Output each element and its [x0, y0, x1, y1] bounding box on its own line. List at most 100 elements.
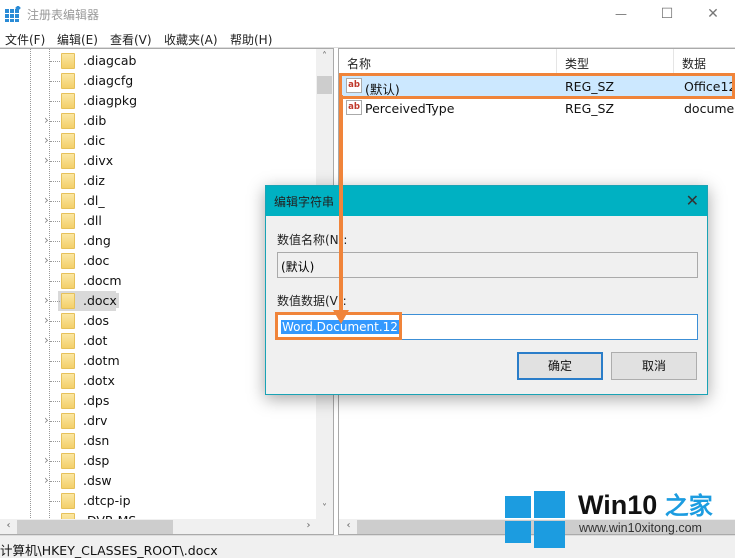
column-header-data[interactable]: 数据: [674, 49, 735, 73]
tree-guide-line: [50, 221, 60, 222]
value-data-label: 数值数据(V):: [277, 294, 347, 308]
minimize-button[interactable]: —: [598, 0, 644, 28]
string-value-icon: ab: [346, 100, 362, 115]
tree-item[interactable]: › .drv: [0, 411, 316, 431]
tree-item-label: .docm: [83, 273, 122, 288]
tree-item-label: .dot: [83, 333, 108, 348]
tree-guide-line: [50, 341, 60, 342]
tree-item[interactable]: .diagcfg: [0, 71, 316, 91]
tree-item-label: .diagcfg: [83, 73, 134, 88]
folder-icon: [61, 493, 75, 509]
folder-icon: [61, 353, 75, 369]
tree-item[interactable]: › .divx: [0, 151, 316, 171]
folder-icon: [61, 373, 75, 389]
tree-guide-line: [50, 361, 60, 362]
expand-chevron-icon[interactable]: ›: [44, 473, 49, 487]
expand-chevron-icon[interactable]: ›: [44, 453, 49, 467]
annotation-arrow-head: [333, 310, 349, 324]
list-row[interactable]: ab PerceivedType REG_SZ documen: [339, 97, 735, 119]
expand-chevron-icon[interactable]: ›: [44, 293, 49, 307]
ok-button[interactable]: 确定: [517, 352, 603, 380]
expand-chevron-icon[interactable]: ›: [44, 153, 49, 167]
tree-item-label: .diagcab: [83, 53, 137, 68]
dialog-close-icon[interactable]: ✕: [686, 191, 699, 210]
dialog-title: 编辑字符串: [274, 195, 335, 209]
tree-horizontal-scrollbar[interactable]: ‹ ›: [0, 519, 333, 534]
column-header-name[interactable]: 名称: [339, 49, 557, 73]
menu-edit[interactable]: 编辑(E): [57, 31, 98, 48]
maximize-button[interactable]: ☐: [644, 0, 690, 28]
folder-icon: [61, 293, 75, 309]
folder-icon: [61, 453, 75, 469]
scroll-left-icon[interactable]: ‹: [0, 520, 17, 531]
tree-guide-line: [50, 61, 60, 62]
tree-item[interactable]: .diagcab: [0, 51, 316, 71]
tree-guide-line: [50, 461, 60, 462]
folder-icon: [61, 113, 75, 129]
expand-chevron-icon[interactable]: ›: [44, 113, 49, 127]
tree-guide-line: [50, 161, 60, 162]
menu-file[interactable]: 文件(F): [5, 31, 45, 48]
annotation-arrow-line: [339, 95, 343, 320]
scroll-thumb[interactable]: [17, 520, 173, 534]
tree-item-label: .dsp: [83, 453, 110, 468]
scroll-left-icon[interactable]: ‹: [340, 520, 357, 531]
folder-icon: [61, 253, 75, 269]
folder-icon: [61, 433, 75, 449]
value-type: REG_SZ: [565, 101, 615, 116]
scroll-right-icon[interactable]: ›: [300, 520, 317, 531]
windows-logo-icon: [505, 488, 565, 548]
close-button[interactable]: ✕: [690, 0, 735, 28]
tree-item[interactable]: .diagpkg: [0, 91, 316, 111]
tree-item-label: .dic: [83, 133, 106, 148]
registry-path: 计算机\HKEY_CLASSES_ROOT\.docx: [0, 543, 218, 558]
tree-guide-line: [50, 261, 60, 262]
tree-item-label: .drv: [83, 413, 108, 428]
tree-guide-line: [50, 441, 60, 442]
tree-guide-line: [50, 101, 60, 102]
value-data: documen: [684, 101, 735, 116]
expand-chevron-icon[interactable]: ›: [44, 213, 49, 227]
folder-icon: [61, 173, 75, 189]
menu-view[interactable]: 查看(V): [110, 31, 152, 48]
tree-item-label: .diz: [83, 173, 105, 188]
expand-chevron-icon[interactable]: ›: [44, 333, 49, 347]
tree-item-label: .dtcp-ip: [83, 493, 131, 508]
tree-item[interactable]: .dtcp-ip: [0, 491, 316, 511]
tree-item-label: .dng: [83, 233, 111, 248]
watermark-title: Win10 之家: [578, 486, 713, 521]
folder-icon: [61, 53, 75, 69]
expand-chevron-icon[interactable]: ›: [44, 253, 49, 267]
tree-item[interactable]: › .dsp: [0, 451, 316, 471]
folder-icon: [61, 393, 75, 409]
expand-chevron-icon[interactable]: ›: [44, 313, 49, 327]
tree-guide-line: [50, 321, 60, 322]
minimize-icon: —: [615, 7, 627, 21]
scroll-down-icon[interactable]: ˅: [316, 503, 333, 514]
scroll-thumb[interactable]: [317, 76, 332, 94]
menu-help[interactable]: 帮助(H): [230, 31, 272, 48]
scroll-up-icon[interactable]: ˄: [316, 51, 333, 62]
tree-guide-line: [50, 81, 60, 82]
cancel-button[interactable]: 取消: [611, 352, 697, 380]
tree-guide-line: [50, 421, 60, 422]
menu-favorites[interactable]: 收藏夹(A): [164, 31, 218, 48]
expand-chevron-icon[interactable]: ›: [44, 233, 49, 247]
tree-guide-line: [50, 301, 60, 302]
watermark: Win10 之家 www.win10xitong.com: [505, 486, 730, 548]
tree-item-label: .dll: [83, 213, 102, 228]
folder-icon: [61, 273, 75, 289]
tree-item-label: .dib: [83, 113, 107, 128]
expand-chevron-icon[interactable]: ›: [44, 133, 49, 147]
edit-string-dialog: 编辑字符串 ✕ 数值名称(N): (默认) 数值数据(V): Word.Docu…: [265, 185, 708, 395]
folder-icon: [61, 93, 75, 109]
tree-item[interactable]: › .dic: [0, 131, 316, 151]
column-header-type[interactable]: 类型: [557, 49, 674, 73]
tree-item[interactable]: › .dib: [0, 111, 316, 131]
folder-icon: [61, 473, 75, 489]
tree-item[interactable]: .dsn: [0, 431, 316, 451]
tree-item[interactable]: › .dsw: [0, 471, 316, 491]
expand-chevron-icon[interactable]: ›: [44, 413, 49, 427]
maximize-icon: ☐: [660, 6, 674, 22]
expand-chevron-icon[interactable]: ›: [44, 193, 49, 207]
